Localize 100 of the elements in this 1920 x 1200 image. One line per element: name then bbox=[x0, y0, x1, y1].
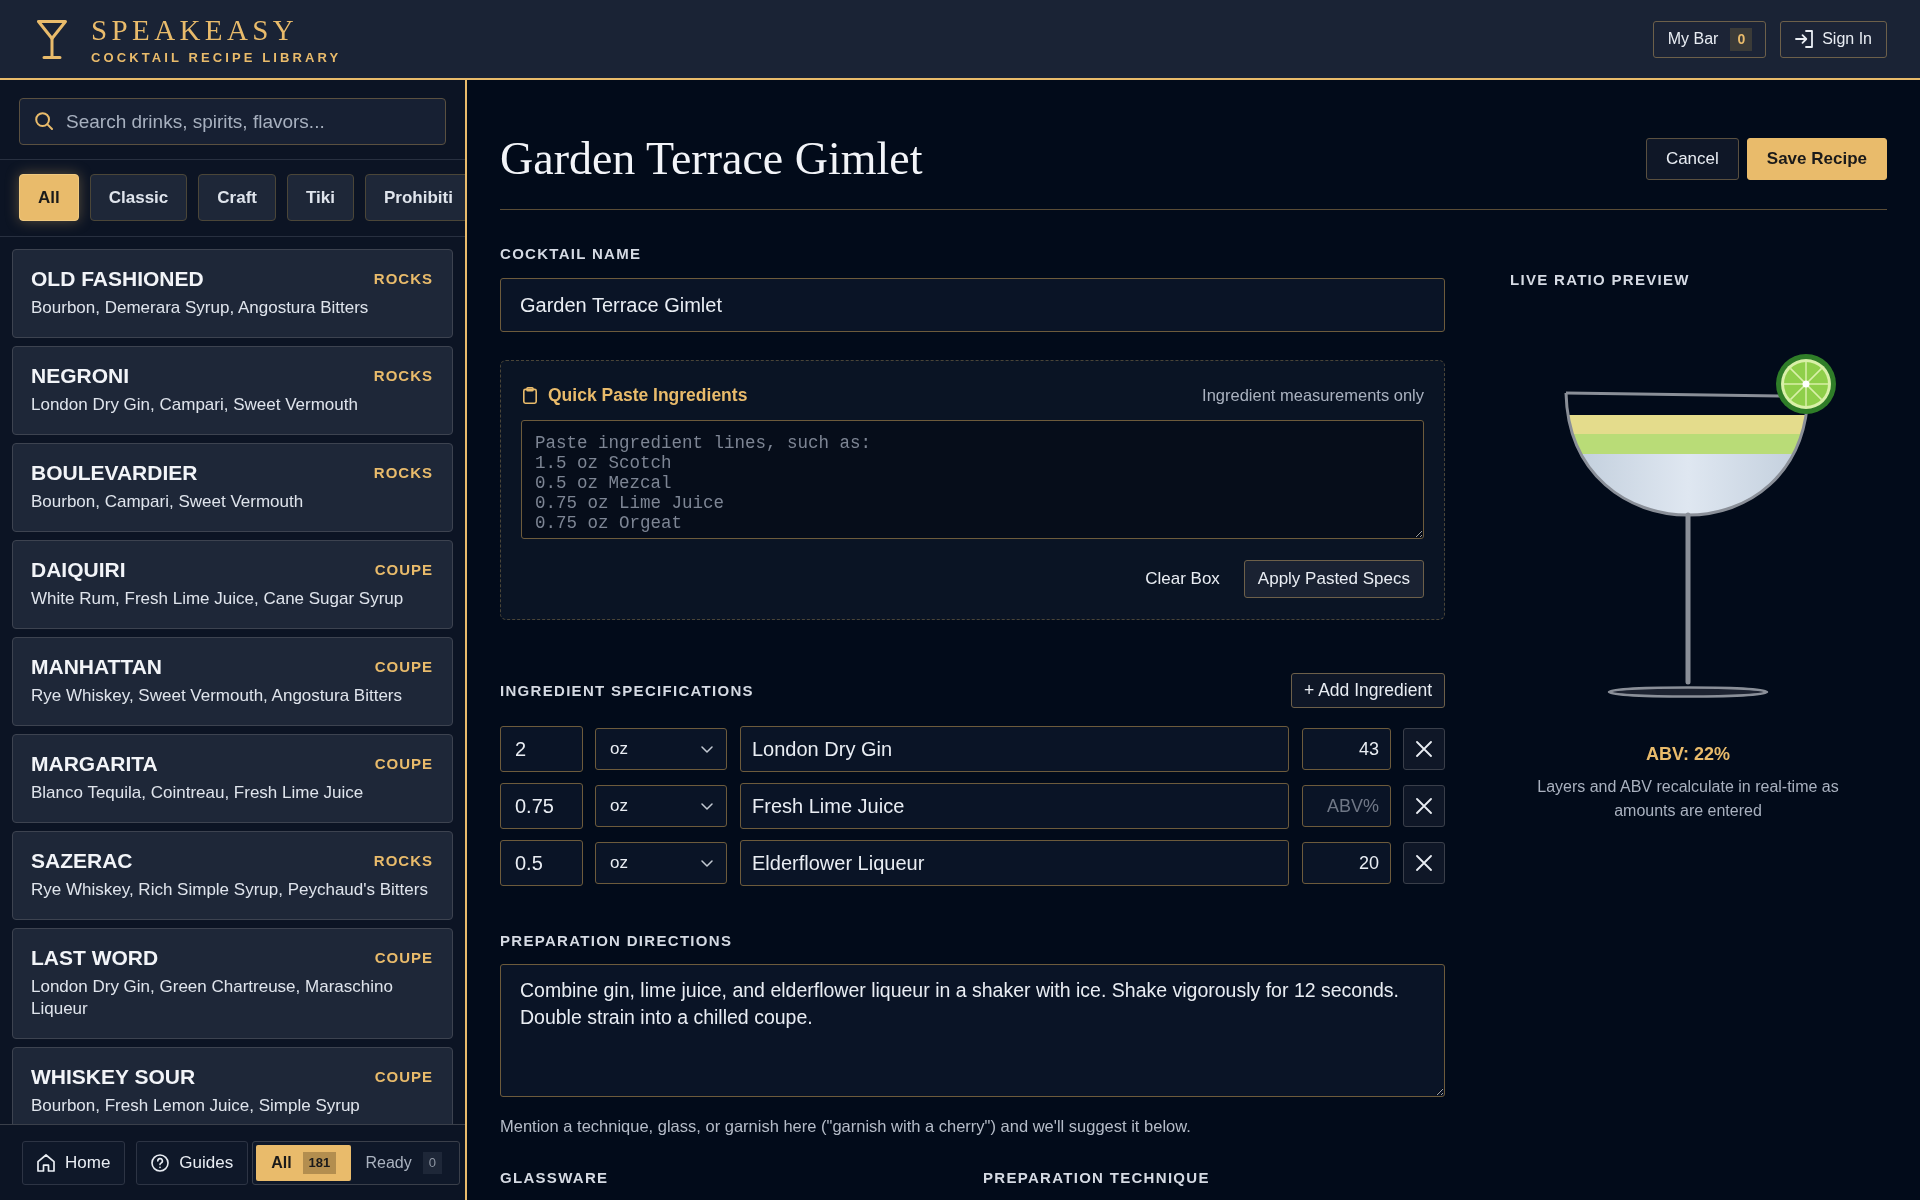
recipe-card[interactable]: NEGRONI ROCKS London Dry Gin, Campari, Sweet Vermouth bbox=[12, 346, 453, 435]
section-label: PREPARATION TECHNIQUE bbox=[983, 1168, 1211, 1188]
glass-type: ROCKS bbox=[373, 366, 433, 386]
glass-type: ROCKS bbox=[373, 269, 433, 289]
recipe-card[interactable]: WHISKEY SOUR COUPE Bourbon, Fresh Lemon Juice, Simple Syrup bbox=[12, 1047, 453, 1124]
add-ingredient-button[interactable]: + Add Ingredient bbox=[1291, 673, 1445, 708]
glass-type: COUPE bbox=[374, 657, 433, 677]
recipe-ingredients: Rye Whiskey, Rich Simple Syrup, Peychaud's Bitters bbox=[31, 879, 429, 901]
ingredient-name-field[interactable]: Fresh Lime Juice bbox=[740, 783, 1289, 829]
chevron-down-icon bbox=[701, 802, 713, 810]
help-circle-icon bbox=[151, 1153, 170, 1172]
glass-type: COUPE bbox=[374, 1067, 433, 1087]
section-label: GLASSWARE bbox=[500, 1168, 610, 1188]
clear-box-button[interactable]: Clear Box bbox=[1143, 566, 1222, 592]
recipe-name: LAST WORD bbox=[31, 946, 159, 970]
count-badge: 0 bbox=[1730, 27, 1753, 51]
filter-chip[interactable]: Craft bbox=[198, 174, 276, 221]
recipe-title: Garden Terrace Gimlet bbox=[500, 138, 923, 180]
recipe-ingredients: Rye Whiskey, Sweet Vermouth, Angostura Bitters bbox=[31, 685, 403, 707]
cancel-button[interactable]: Cancel bbox=[1645, 138, 1739, 180]
recipe-ingredients: Blanco Tequila, Cointreau, Fresh Lime Juice bbox=[31, 782, 365, 804]
paste-ingredients-field[interactable]: Paste ingredient lines, such as: 1.5 oz Scotch 0.5 oz Mezcal 0.75 oz Lime Juice 0.75 oz Orgeat bbox=[521, 420, 1424, 539]
count-badge: 0 bbox=[422, 1151, 442, 1174]
my-bar-button[interactable]: My Bar 0 bbox=[1652, 20, 1767, 58]
filter-chip[interactable]: Prohibiti bbox=[364, 174, 465, 221]
filter-chip[interactable]: Tiki bbox=[286, 174, 354, 221]
sign-in-icon bbox=[1795, 30, 1814, 48]
sign-in-button[interactable]: Sign In bbox=[1780, 20, 1887, 58]
filter-chip[interactable]: Classic bbox=[89, 174, 188, 221]
recipe-name: WHISKEY SOUR bbox=[31, 1065, 196, 1089]
chevron-down-icon bbox=[701, 859, 713, 867]
close-icon bbox=[1416, 855, 1432, 871]
recipe-name: MARGARITA bbox=[31, 752, 158, 776]
recipe-card[interactable]: SAZERAC ROCKS Rye Whiskey, Rich Simple Syrup, Peychaud's Bitters bbox=[12, 831, 453, 920]
cocktail-name-field[interactable]: Garden Terrace Gimlet bbox=[500, 278, 1445, 332]
directions-hint: Mention a technique, glass, or garnish here ("garnish with a cherry") and we'll suggest it below. bbox=[500, 1116, 1192, 1136]
recipe-card[interactable]: MANHATTAN COUPE Rye Whiskey, Sweet Vermouth, Angostura Bitters bbox=[12, 637, 453, 726]
remove-ingredient-button[interactable] bbox=[1403, 728, 1445, 770]
remove-ingredient-button[interactable] bbox=[1403, 842, 1445, 884]
recipe-card[interactable]: MARGARITA COUPE Blanco Tequila, Cointreau, Fresh Lime Juice bbox=[12, 734, 453, 823]
save-button[interactable]: Save Recipe bbox=[1746, 138, 1887, 180]
abv-field[interactable]: ABV% bbox=[1302, 785, 1391, 827]
recipe-name: DAIQUIRI bbox=[31, 558, 126, 582]
quick-paste-note: Ingredient measurements only bbox=[1202, 384, 1424, 406]
recipe-name: OLD FASHIONED bbox=[31, 267, 204, 291]
amount-field[interactable]: 2 bbox=[500, 726, 583, 772]
recipe-ingredients: Bourbon, Demerara Syrup, Angostura Bitters bbox=[31, 297, 370, 319]
section-label: PREPARATION DIRECTIONS bbox=[500, 931, 734, 951]
nav-link[interactable]: Home bbox=[22, 1140, 126, 1185]
remove-ingredient-button[interactable] bbox=[1403, 785, 1445, 827]
chevron-down-icon bbox=[701, 745, 713, 753]
glass-type: ROCKS bbox=[373, 463, 433, 483]
glass-type: COUPE bbox=[374, 948, 433, 968]
recipe-ingredients: London Dry Gin, Campari, Sweet Vermouth bbox=[31, 394, 359, 416]
nav-link[interactable]: Guides bbox=[136, 1140, 249, 1185]
close-icon bbox=[1416, 798, 1432, 814]
clipboard-icon bbox=[523, 386, 537, 404]
glass-type: ROCKS bbox=[373, 851, 433, 871]
amount-field[interactable]: 0.5 bbox=[500, 840, 583, 886]
glass-type: COUPE bbox=[374, 754, 433, 774]
recipe-ingredients: Bourbon, Campari, Sweet Vermouth bbox=[31, 491, 305, 513]
preview-note: Layers and ABV recalculate in real-time as amounts are entered bbox=[1536, 777, 1840, 821]
apply-specs-button[interactable]: Apply Pasted Specs bbox=[1243, 560, 1424, 598]
filter-chip[interactable]: All bbox=[19, 174, 79, 221]
amount-field[interactable]: 0.75 bbox=[500, 783, 583, 829]
directions-field[interactable]: Combine gin, lime juice, and elderflower liqueur in a shaker with ice. Shake vigorously for 12 seconds. Double strain into a chilled coupe. bbox=[500, 964, 1445, 1097]
recipe-card[interactable]: BOULEVARDIER ROCKS Bourbon, Campari, Sweet Vermouth bbox=[12, 443, 453, 532]
section-label: LIVE RATIO PREVIEW bbox=[1510, 270, 1691, 290]
quick-paste-title: Quick Paste Ingredients bbox=[548, 383, 748, 407]
recipe-ingredients: Bourbon, Fresh Lemon Juice, Simple Syrup bbox=[31, 1095, 361, 1117]
recipe-card[interactable]: DAIQUIRI COUPE White Rum, Fresh Lime Juice, Cane Sugar Syrup bbox=[12, 540, 453, 629]
martini-glass-icon bbox=[37, 19, 67, 59]
recipe-name: SAZERAC bbox=[31, 849, 133, 873]
recipe-ingredients: White Rum, Fresh Lime Juice, Cane Sugar Syrup bbox=[31, 588, 405, 610]
count-badge: 181 bbox=[302, 1151, 337, 1174]
recipe-card[interactable]: LAST WORD COUPE London Dry Gin, Green Chartreuse, Maraschino Liqueur bbox=[12, 928, 453, 1039]
home-icon bbox=[37, 1153, 55, 1172]
search-field[interactable]: Search drinks, spirits, flavors... bbox=[19, 98, 446, 145]
recipe-name: MANHATTAN bbox=[31, 655, 163, 679]
unit-select[interactable]: oz bbox=[595, 785, 727, 827]
segment-tab[interactable]: All 181 bbox=[256, 1144, 352, 1181]
logo-title: SPEAKEASY bbox=[91, 14, 300, 45]
search-icon bbox=[35, 112, 53, 130]
ingredient-name-field[interactable]: London Dry Gin bbox=[740, 726, 1289, 772]
recipe-ingredients: London Dry Gin, Green Chartreuse, Maraschino Liqueur bbox=[31, 976, 394, 1020]
logo-subtitle: COCKTAIL RECIPE LIBRARY bbox=[91, 49, 342, 66]
section-label: INGREDIENT SPECIFICATIONS bbox=[500, 680, 754, 701]
section-label: COCKTAIL NAME bbox=[500, 244, 643, 264]
glass-type: COUPE bbox=[374, 560, 433, 580]
ingredient-name-field[interactable]: Elderflower Liqueur bbox=[740, 840, 1289, 886]
recipe-card[interactable]: OLD FASHIONED ROCKS Bourbon, Demerara Syrup, Angostura Bitters bbox=[12, 249, 453, 338]
unit-select[interactable]: oz bbox=[595, 728, 727, 770]
recipe-name: NEGRONI bbox=[31, 364, 129, 388]
abv-reading: ABV: 22% bbox=[1644, 743, 1731, 766]
abv-field[interactable]: 20 bbox=[1302, 842, 1391, 884]
segment-tab[interactable]: Ready 0 bbox=[351, 1144, 457, 1181]
unit-select[interactable]: oz bbox=[595, 842, 727, 884]
close-icon bbox=[1416, 741, 1432, 757]
recipe-name: BOULEVARDIER bbox=[31, 461, 198, 485]
abv-field[interactable]: 43 bbox=[1302, 728, 1391, 770]
